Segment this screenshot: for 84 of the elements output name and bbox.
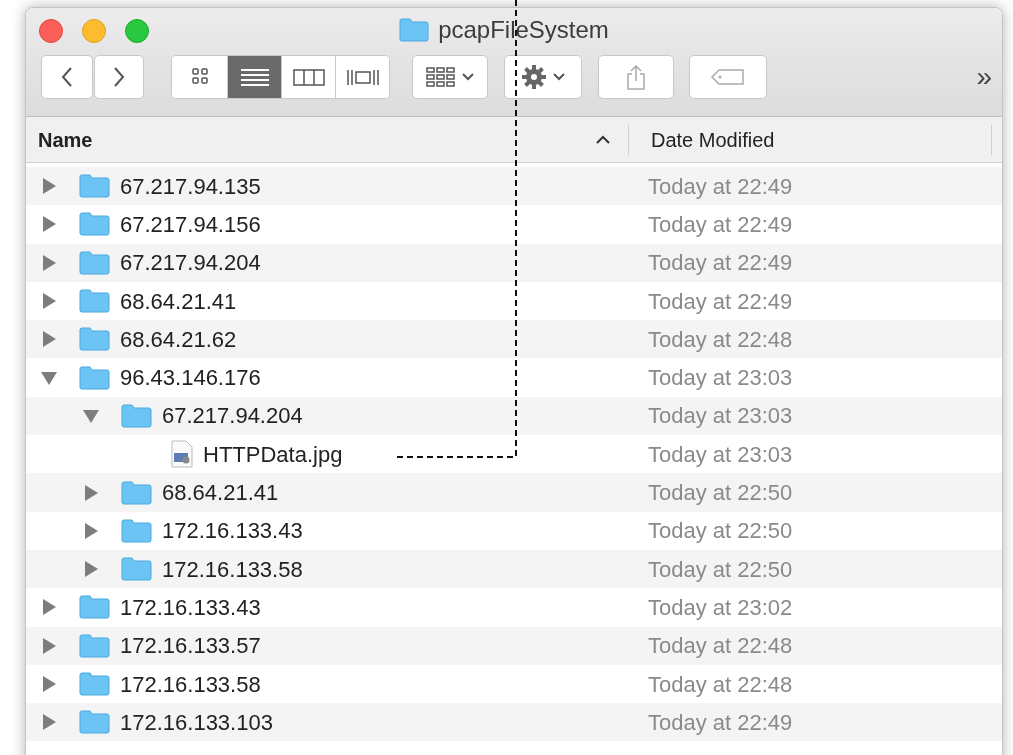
share-icon xyxy=(626,64,646,90)
folder-name[interactable]: 67.217.94.204 xyxy=(162,399,303,433)
date-modified: Today at 22:49 xyxy=(648,249,793,278)
disclosure-triangle-icon[interactable] xyxy=(40,292,58,311)
date-modified: Today at 23:03 xyxy=(648,364,793,393)
folder-name[interactable]: 172.16.133.43 xyxy=(120,590,261,624)
file-name[interactable]: HTTPData.jpg xyxy=(203,437,343,471)
toolbar-overflow-button[interactable]: » xyxy=(976,63,992,91)
chevron-down-icon xyxy=(462,73,474,81)
date-modified: Today at 22:49 xyxy=(648,287,793,316)
folder-icon xyxy=(79,174,110,199)
image-file-icon xyxy=(171,440,193,469)
disclosure-triangle-icon[interactable] xyxy=(40,713,58,732)
window-title: pcapFileSystem xyxy=(438,15,609,45)
folder-icon xyxy=(79,633,110,658)
date-modified: Today at 23:03 xyxy=(648,440,793,469)
gallery-icon xyxy=(346,67,379,87)
folder-name[interactable]: 172.16.133.103 xyxy=(120,705,273,739)
folder-name[interactable]: 172.16.133.58 xyxy=(162,552,303,586)
folder-icon xyxy=(121,480,152,505)
folder-name[interactable]: 172.16.133.57 xyxy=(120,629,261,663)
folder-name[interactable]: 67.217.94.204 xyxy=(120,246,261,280)
folder-name[interactable]: 96.43.146.176 xyxy=(120,361,261,395)
arrange-button[interactable] xyxy=(412,55,488,99)
folder-icon xyxy=(79,672,110,696)
folder-icon xyxy=(79,327,110,352)
folder-icon xyxy=(79,365,110,390)
grid-icon xyxy=(426,67,456,87)
disclosure-triangle-icon[interactable] xyxy=(40,215,58,234)
date-modified: Today at 22:50 xyxy=(648,517,793,546)
disclosure-triangle-icon[interactable] xyxy=(82,483,100,502)
folder-name[interactable]: 68.64.21.41 xyxy=(120,284,237,318)
date-modified: Today at 22:48 xyxy=(648,632,793,661)
date-modified: Today at 22:49 xyxy=(648,172,793,201)
folder-icon xyxy=(121,403,152,428)
folder-icon xyxy=(79,250,110,275)
view-mode-button[interactable] xyxy=(335,56,389,98)
folder-name[interactable]: 68.64.21.41 xyxy=(162,476,279,509)
folder-name[interactable]: 68.64.21.62 xyxy=(120,322,237,356)
sort-ascending-icon xyxy=(596,135,610,144)
folder-name[interactable]: 172.16.133.43 xyxy=(162,514,303,548)
folder-name[interactable]: 67.217.94.156 xyxy=(120,207,261,241)
column-heading[interactable]: Date Modified xyxy=(651,124,775,155)
date-modified: Today at 22:48 xyxy=(648,670,793,699)
disclosure-triangle-icon[interactable] xyxy=(40,177,58,196)
forward-button[interactable] xyxy=(94,55,144,99)
folder-name[interactable]: 67.217.94.135 xyxy=(120,169,261,203)
date-modified: Today at 23:03 xyxy=(648,402,793,431)
chevron-down-icon xyxy=(553,73,565,81)
folder-icon xyxy=(121,557,152,582)
date-modified: Today at 22:49 xyxy=(648,210,793,239)
columns-icon xyxy=(292,67,325,87)
disclosure-triangle-icon[interactable] xyxy=(40,330,58,349)
tag-icon xyxy=(711,69,745,85)
disclosure-triangle-icon[interactable] xyxy=(40,598,58,617)
folder-icon xyxy=(79,710,110,735)
disclosure-triangle-icon[interactable] xyxy=(40,636,58,655)
action-button[interactable] xyxy=(504,55,582,99)
chevron-left-icon xyxy=(61,66,73,88)
date-modified: Today at 22:48 xyxy=(648,325,793,354)
close-button[interactable] xyxy=(39,19,63,43)
chevron-right-icon xyxy=(113,66,125,88)
folder-name[interactable]: 172.16.133.58 xyxy=(120,667,261,701)
zoom-button[interactable] xyxy=(125,19,149,43)
icon-grid-icon xyxy=(191,67,208,87)
list-icon xyxy=(240,67,269,87)
date-modified: Today at 22:49 xyxy=(648,708,793,737)
disclosure-triangle-icon[interactable] xyxy=(82,560,100,579)
back-button[interactable] xyxy=(41,55,93,99)
disclosure-triangle-icon[interactable] xyxy=(40,675,58,693)
column-heading[interactable]: Name xyxy=(38,124,93,155)
folder-icon xyxy=(79,595,110,620)
disclosure-triangle-icon[interactable] xyxy=(40,253,58,272)
view-mode-control[interactable] xyxy=(171,55,390,99)
gear-icon xyxy=(521,64,547,90)
date-modified: Today at 23:02 xyxy=(648,593,793,622)
folder-icon xyxy=(399,18,430,42)
view-mode-button[interactable] xyxy=(227,56,281,98)
disclosure-triangle-icon[interactable] xyxy=(82,521,100,540)
date-modified: Today at 22:50 xyxy=(648,555,793,584)
folder-icon xyxy=(79,212,110,237)
folder-icon xyxy=(121,518,152,543)
date-modified: Today at 22:50 xyxy=(648,479,793,507)
folder-icon xyxy=(79,289,110,314)
